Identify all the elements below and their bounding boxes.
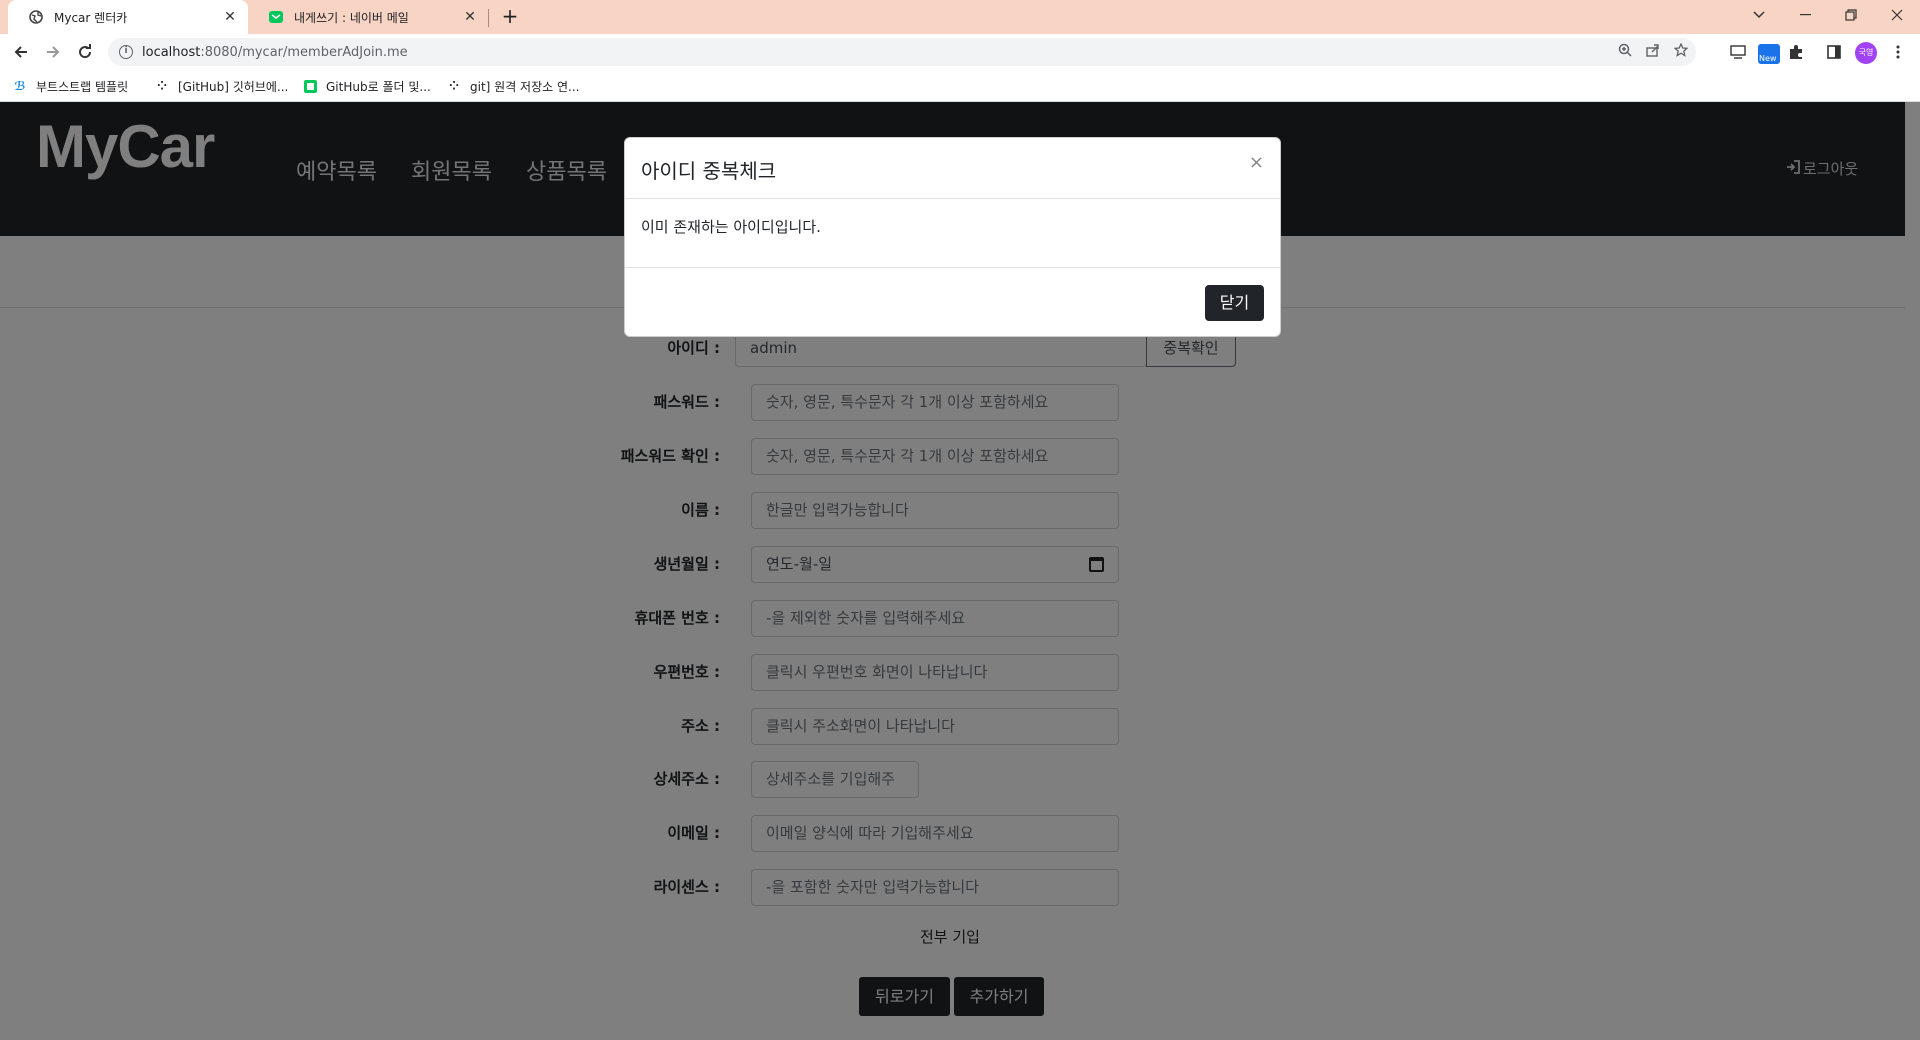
tab-close-icon[interactable]: ✕ bbox=[222, 9, 238, 25]
restore-button[interactable] bbox=[1828, 0, 1874, 30]
tab-naver-mail[interactable]: 내게쓰기 : 네이버 메일 ✕ bbox=[248, 0, 488, 34]
zoom-icon[interactable] bbox=[1618, 43, 1632, 61]
modal-header: 아이디 중복체크 × bbox=[625, 138, 1280, 199]
media-router-icon[interactable] bbox=[1728, 42, 1748, 62]
extensions-puzzle-icon[interactable] bbox=[1786, 42, 1806, 62]
tab-title: Mycar 렌터카 bbox=[54, 10, 128, 25]
web-page: MyCar 예약목록 회원목록 상품목록 로그아웃 아이디 : admin 중복… bbox=[0, 102, 1920, 1040]
tab-separator bbox=[488, 9, 489, 27]
bookmark-label: 부트스트랩 템플릿 bbox=[36, 79, 129, 94]
globe-icon bbox=[28, 9, 44, 25]
bookmark-item[interactable]: ⁘ git] 원격 저장소 연... bbox=[446, 76, 580, 96]
bootstrap-icon: ℬ bbox=[14, 79, 26, 93]
modal-close-button[interactable]: 닫기 bbox=[1205, 285, 1264, 321]
forward-arrow-icon[interactable] bbox=[40, 40, 66, 64]
bookmark-item[interactable]: ℬ 부트스트랩 템플릿 bbox=[12, 76, 128, 96]
bookmarks-bar: ℬ 부트스트랩 템플릿 ⁘ [GitHub] 깃허브에... GitHub로 폴… bbox=[0, 70, 1920, 102]
tab-search-icon[interactable] bbox=[1736, 0, 1782, 30]
tab-mycar[interactable]: Mycar 렌터카 ✕ bbox=[8, 0, 248, 34]
back-arrow-icon[interactable] bbox=[8, 40, 34, 64]
profile-avatar[interactable]: 국영 bbox=[1855, 42, 1877, 64]
modal-footer: 닫기 bbox=[625, 267, 1280, 337]
dots-icon: ⁘ bbox=[448, 79, 460, 93]
tab-close-icon[interactable]: ✕ bbox=[462, 9, 478, 25]
address-bar[interactable]: i localhost:8080/mycar/memberAdJoin.me bbox=[108, 38, 1696, 66]
naver-mail-icon bbox=[268, 9, 284, 25]
close-window-button[interactable] bbox=[1874, 0, 1920, 30]
browser-toolbar: i localhost:8080/mycar/memberAdJoin.me bbox=[0, 34, 1920, 70]
new-tab-button[interactable]: + bbox=[498, 4, 522, 30]
modal-message: 이미 존재하는 아이디입니다. bbox=[641, 218, 821, 236]
dots-icon: ⁘ bbox=[156, 79, 168, 93]
menu-kebab-icon[interactable] bbox=[1888, 42, 1908, 62]
naver-blog-icon bbox=[302, 78, 318, 94]
tab-title: 내게쓰기 : 네이버 메일 bbox=[294, 10, 409, 25]
url-host: localhost bbox=[142, 44, 201, 60]
bookmark-star-icon[interactable] bbox=[1673, 42, 1689, 61]
minimize-button[interactable] bbox=[1782, 0, 1828, 30]
bookmark-item[interactable]: ⁘ [GitHub] 깃허브에... bbox=[154, 76, 288, 96]
modal-title: 아이디 중복체크 bbox=[641, 159, 777, 183]
share-icon[interactable] bbox=[1646, 43, 1660, 61]
url-path: :8080/mycar/memberAdJoin.me bbox=[200, 44, 408, 60]
duplicate-check-modal: 아이디 중복체크 × 이미 존재하는 아이디입니다. 닫기 bbox=[624, 137, 1281, 337]
new-extension-icon[interactable]: New bbox=[1758, 44, 1780, 64]
close-icon[interactable]: × bbox=[1249, 152, 1264, 173]
bookmark-item[interactable]: GitHub로 폴더 및... bbox=[302, 76, 431, 96]
browser-tabstrip: Mycar 렌터카 ✕ 내게쓰기 : 네이버 메일 ✕ + bbox=[0, 0, 1920, 34]
new-badge-label: New bbox=[1759, 54, 1777, 63]
bookmark-label: git] 원격 저장소 연... bbox=[470, 79, 580, 94]
bookmark-label: [GitHub] 깃허브에... bbox=[178, 79, 289, 94]
bookmark-label: GitHub로 폴더 및... bbox=[326, 79, 431, 94]
side-panel-icon[interactable] bbox=[1824, 42, 1844, 62]
site-info-icon[interactable]: i bbox=[119, 45, 133, 59]
reload-icon[interactable] bbox=[72, 40, 98, 64]
